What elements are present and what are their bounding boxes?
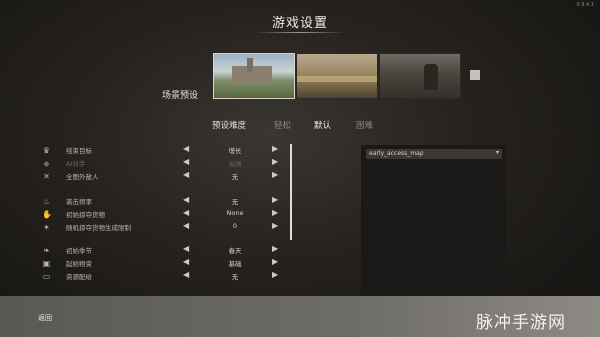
setting-row: ✋ 初始掠夺货物 ◀ None ▶ bbox=[40, 208, 290, 221]
scene-preset-label: 场景预设 bbox=[162, 91, 199, 101]
next-value-arrow[interactable]: ▶ bbox=[272, 257, 278, 266]
next-value-arrow[interactable]: ▶ bbox=[272, 270, 278, 279]
scene-preset-rider[interactable] bbox=[379, 53, 461, 99]
tower-shape bbox=[247, 58, 253, 72]
flame-icon: ♨ bbox=[42, 197, 51, 206]
chevron-down-icon: ▾ bbox=[495, 149, 499, 156]
difficulty-default[interactable]: 默认 bbox=[314, 119, 331, 131]
back-button[interactable]: 返回 bbox=[38, 313, 52, 323]
next-value-arrow[interactable]: ▶ bbox=[272, 170, 278, 179]
setting-value: 关闭 bbox=[228, 160, 242, 168]
setting-name: 袭击频率 bbox=[66, 198, 92, 206]
version-label: 0.9.4.1 bbox=[576, 2, 595, 8]
fields-shape bbox=[297, 76, 377, 82]
next-value-arrow[interactable]: ▶ bbox=[272, 157, 278, 166]
setting-name: 起始物资 bbox=[66, 260, 92, 268]
map-select[interactable]: early_access_map ▾ bbox=[366, 149, 502, 159]
setting-value: 基础 bbox=[228, 260, 242, 268]
settings-scrollbar[interactable] bbox=[290, 144, 292, 240]
crossed-swords-icon: ✕ bbox=[43, 172, 50, 181]
difficulty-row: 预设难度 轻松 默认 困难 bbox=[0, 119, 600, 133]
ai-icon: ◆ bbox=[43, 159, 50, 168]
prev-value-arrow[interactable]: ◀ bbox=[183, 170, 189, 179]
scene-preset-fields[interactable] bbox=[296, 53, 378, 99]
prev-value-arrow[interactable]: ◀ bbox=[183, 221, 189, 230]
difficulty-easy[interactable]: 轻松 bbox=[274, 119, 291, 131]
prev-value-arrow[interactable]: ◀ bbox=[183, 270, 189, 279]
next-value-arrow[interactable]: ▶ bbox=[272, 195, 278, 204]
setting-name: 全图外敌人 bbox=[66, 173, 99, 181]
setting-name: 初始季节 bbox=[66, 247, 92, 255]
setting-value: 春天 bbox=[228, 247, 242, 255]
prev-value-arrow[interactable]: ◀ bbox=[183, 157, 189, 166]
setting-row: ▣ 起始物资 ◀ 基础 ▶ bbox=[40, 257, 290, 270]
prev-value-arrow[interactable]: ◀ bbox=[183, 195, 189, 204]
setting-row: ◆ AI对手 ◀ 关闭 ▶ bbox=[40, 157, 290, 170]
page-title: 游戏设置 bbox=[271, 16, 328, 31]
map-select-value: early_access_map bbox=[369, 150, 424, 157]
prev-value-arrow[interactable]: ◀ bbox=[183, 208, 189, 217]
setting-value: 0 bbox=[232, 222, 238, 230]
next-value-arrow[interactable]: ▶ bbox=[272, 208, 278, 217]
prev-value-arrow[interactable]: ◀ bbox=[183, 257, 189, 266]
title-divider bbox=[255, 32, 345, 33]
setting-value: 无 bbox=[231, 273, 239, 281]
preset-scroll-button[interactable] bbox=[470, 70, 480, 80]
setting-name: AI对手 bbox=[66, 160, 86, 168]
scene-preset-castle[interactable] bbox=[213, 53, 295, 99]
difficulty-label: 预设难度 bbox=[212, 121, 247, 131]
next-value-arrow[interactable]: ▶ bbox=[272, 221, 278, 230]
setting-row: ♛ 结束目标 ◀ 增长 ▶ bbox=[40, 144, 290, 157]
setting-value: 无 bbox=[231, 173, 239, 181]
next-value-arrow[interactable]: ▶ bbox=[272, 144, 278, 153]
map-preview-panel bbox=[361, 145, 506, 295]
prev-value-arrow[interactable]: ◀ bbox=[183, 244, 189, 253]
setting-name: 随机掠夺货物生成限制 bbox=[66, 224, 131, 232]
bolt-icon: ✶ bbox=[43, 223, 50, 232]
setting-row: ✶ 随机掠夺货物生成限制 ◀ 0 ▶ bbox=[40, 221, 290, 234]
setting-row: ❧ 初始季节 ◀ 春天 ▶ bbox=[40, 244, 290, 257]
setting-value: 增长 bbox=[228, 147, 242, 155]
difficulty-hard[interactable]: 困难 bbox=[356, 119, 373, 131]
setting-value: 无 bbox=[231, 198, 239, 206]
next-value-arrow[interactable]: ▶ bbox=[272, 244, 278, 253]
box-icon: ▭ bbox=[42, 272, 51, 281]
leaf-icon: ❧ bbox=[43, 246, 50, 255]
setting-name: 资源配给 bbox=[66, 273, 92, 281]
setting-name: 初始掠夺货物 bbox=[66, 211, 105, 219]
setting-row: ♨ 袭击频率 ◀ 无 ▶ bbox=[40, 195, 290, 208]
setting-row: ✕ 全图外敌人 ◀ 无 ▶ bbox=[40, 170, 290, 183]
rider-shape bbox=[424, 64, 438, 90]
hand-icon: ✋ bbox=[42, 210, 52, 219]
prev-value-arrow[interactable]: ◀ bbox=[183, 144, 189, 153]
setting-row: ▭ 资源配给 ◀ 无 ▶ bbox=[40, 270, 290, 283]
trophy-icon: ♛ bbox=[42, 146, 51, 155]
setting-value: None bbox=[226, 209, 244, 217]
flag-icon: ▣ bbox=[42, 259, 51, 268]
setting-name: 结束目标 bbox=[66, 147, 92, 155]
watermark: 脉冲手游网 bbox=[476, 313, 566, 333]
